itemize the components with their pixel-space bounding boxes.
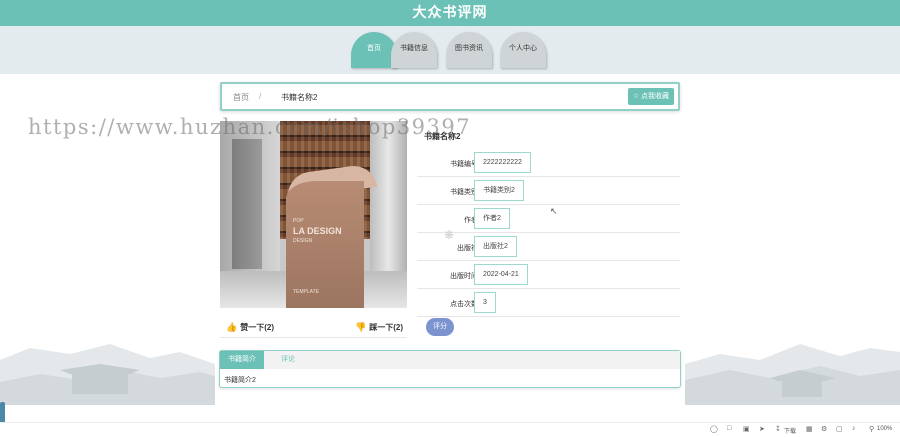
info-row-id: 书籍编号: 2222222222	[417, 149, 680, 177]
site-title: 大众书评网	[412, 4, 488, 20]
window-icon[interactable]: ▢	[836, 425, 843, 433]
screenshot-icon[interactable]: ▣	[743, 425, 750, 433]
watermark-text: https://www.huzhan.com/ishop39397	[28, 115, 472, 139]
sparkle-icon: ❋	[444, 228, 455, 242]
detail-tabs: 书籍简介 评论 书籍简介2	[219, 350, 681, 388]
info-value: 作者2	[474, 208, 510, 229]
info-row-publisher: 出版社: 出版社2	[417, 233, 680, 261]
dislike-button[interactable]: 👎 踩一下(2)	[355, 322, 403, 333]
breadcrumb-separator: /	[259, 92, 262, 101]
volume-icon[interactable]: ♪	[852, 425, 856, 432]
info-value: 2222222222	[474, 152, 531, 173]
mouse-cursor-icon: ↖	[550, 206, 558, 216]
site-header: 大众书评网	[0, 0, 900, 26]
breadcrumb-home[interactable]: 首页	[233, 92, 249, 103]
book-cover-image: POP LA DESIGN DESIGN TEMPLATE	[220, 121, 407, 308]
cover-sign-text: POP LA DESIGN DESIGN	[293, 218, 342, 244]
info-row-clicks: 点击次数: 3	[417, 289, 680, 317]
like-button[interactable]: 👍 赞一下(2)	[226, 322, 274, 333]
detail-tab-header: 书籍简介 评论	[220, 351, 680, 369]
info-value: 2022-04-21	[474, 264, 528, 285]
info-value: 出版社2	[474, 236, 517, 257]
translate-icon[interactable]: □	[727, 425, 731, 432]
breadcrumb-current: 书籍名称2	[281, 93, 318, 102]
dislike-label: 踩一下(2)	[369, 323, 403, 332]
tab-intro[interactable]: 书籍简介	[220, 351, 264, 369]
info-value: 3	[474, 292, 496, 313]
breadcrumb: 首页 / 书籍名称2 ☆ 点我收藏	[220, 82, 680, 111]
zoom-icon[interactable]: ⚲	[869, 425, 874, 433]
info-row-publish-date: 出版时间: 2022-04-21	[417, 261, 680, 289]
thumbs-down-icon: 👎	[355, 322, 367, 332]
download-label[interactable]: 下载	[784, 426, 796, 435]
info-row-category: 书籍类别: 书籍类别2	[417, 177, 680, 205]
info-row-author: 作者: 作者2	[417, 205, 680, 233]
vote-row: 👍 赞一下(2) 👎 踩一下(2)	[220, 316, 407, 338]
thumbs-up-icon: 👍	[226, 322, 238, 332]
cover-door	[232, 139, 262, 269]
like-label: 赞一下(2)	[240, 323, 274, 332]
rocket-icon[interactable]: ➤	[759, 425, 765, 433]
shield-icon[interactable]: ◯	[710, 425, 718, 433]
extensions-icon[interactable]: ▦	[806, 425, 813, 433]
book-intro-text: 书籍简介2	[224, 377, 256, 384]
info-value: 书籍类别2	[474, 180, 524, 201]
tab-comments[interactable]: 评论	[266, 351, 310, 369]
settings-icon[interactable]: ⚙	[821, 425, 827, 433]
browser-status-bar: ◯ □ ▣ ➤ ↧ 下载 ▦ ⚙ ▢ ♪ ⚲ 100%	[0, 422, 900, 437]
favorite-button[interactable]: ☆ 点我收藏	[627, 88, 674, 105]
cover-sign-footer: TEMPLATE	[293, 289, 320, 295]
download-icon[interactable]: ↧	[775, 425, 781, 433]
zoom-level[interactable]: 100%	[877, 426, 892, 432]
rate-button[interactable]: 评分	[426, 318, 454, 336]
